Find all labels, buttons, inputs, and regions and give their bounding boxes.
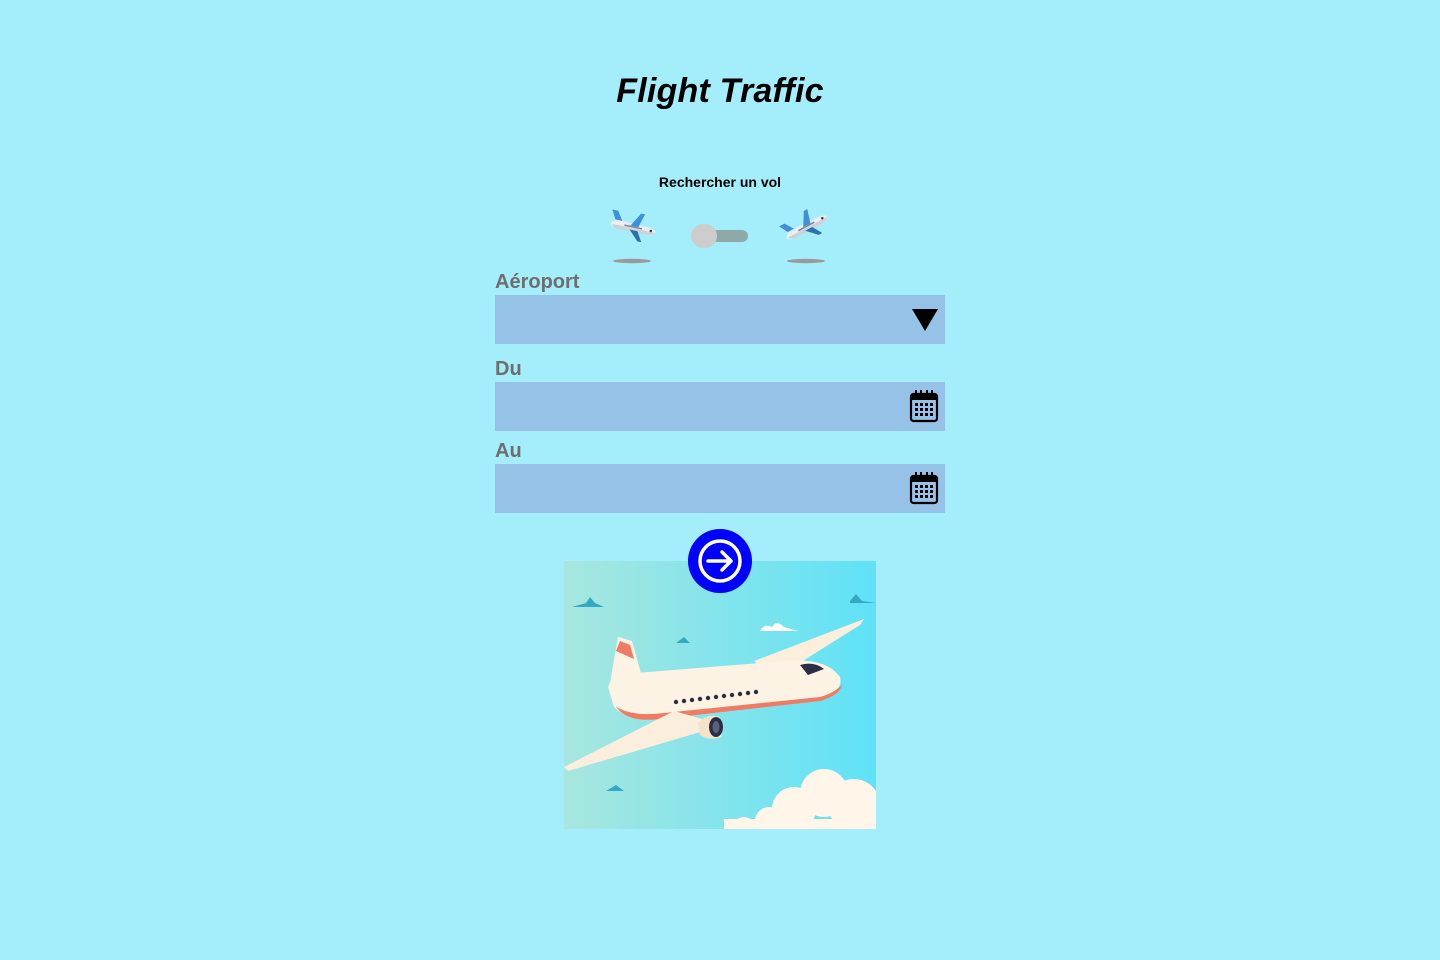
toggle-knob[interactable] <box>691 224 717 248</box>
page-title: Flight Traffic <box>616 72 824 110</box>
plane-takeoff-icon[interactable] <box>778 206 834 264</box>
from-date-label: Du <box>495 358 522 380</box>
dropdown-triangle-icon[interactable] <box>912 308 938 332</box>
airplane-illustration <box>564 561 876 829</box>
airport-label: Aéroport <box>495 271 580 293</box>
to-date-input[interactable] <box>495 464 945 513</box>
calendar-icon[interactable] <box>909 389 939 423</box>
calendar-icon[interactable] <box>909 471 939 505</box>
plane-landing-icon[interactable] <box>604 206 660 264</box>
search-mode-toggle[interactable] <box>690 224 750 248</box>
airport-select[interactable] <box>495 295 945 344</box>
from-date-input[interactable] <box>495 382 945 431</box>
search-submit-button[interactable] <box>688 529 752 593</box>
to-date-label: Au <box>495 440 522 462</box>
arrow-right-icon <box>698 539 742 583</box>
search-heading: Rechercher un vol <box>658 174 782 190</box>
